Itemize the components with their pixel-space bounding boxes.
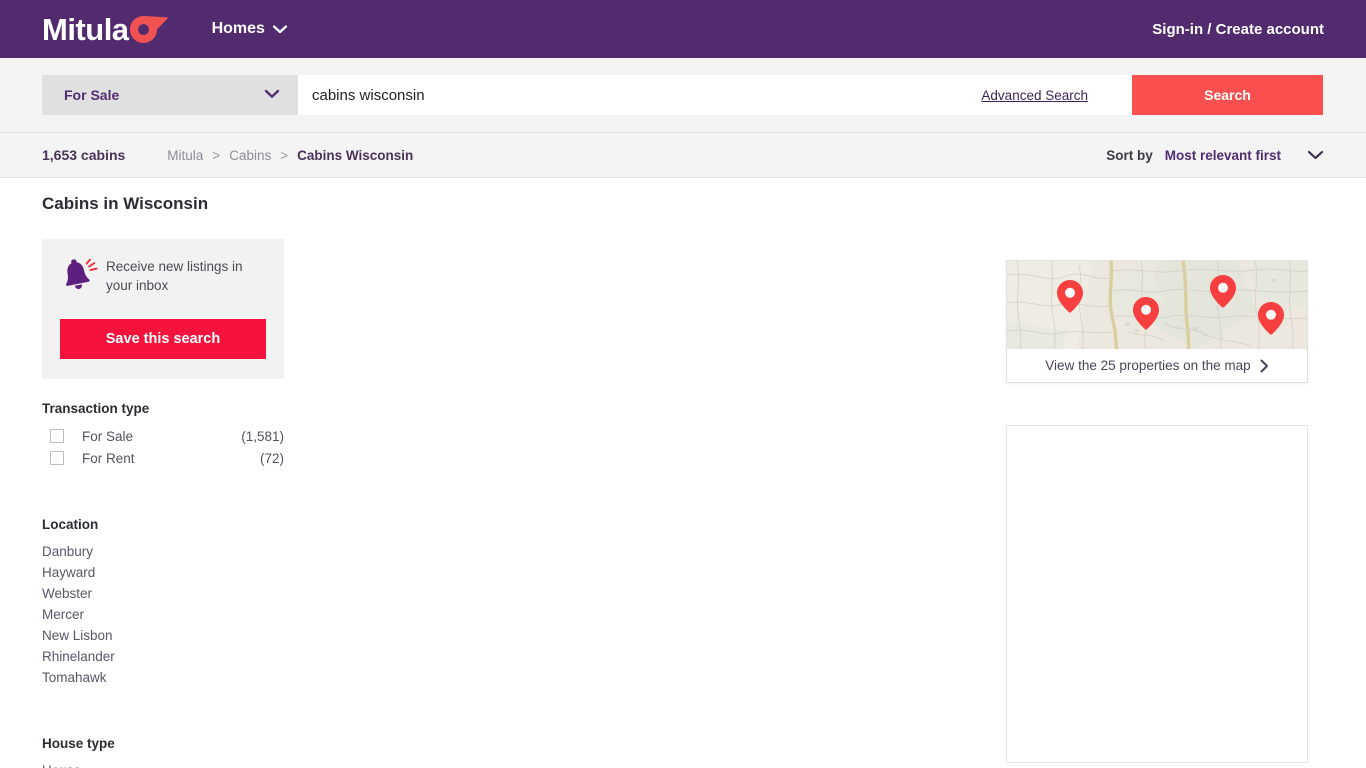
filter-title-location: Location: [42, 517, 99, 532]
view-properties-label: View the 25 properties on the map: [1045, 358, 1251, 373]
sort-label: Sort by: [1106, 147, 1153, 163]
sort-value[interactable]: Most relevant first: [1165, 148, 1281, 163]
chevron-down-icon: [264, 86, 280, 104]
list-item[interactable]: Hayward: [42, 562, 284, 583]
map-pin-icon: [1057, 280, 1083, 318]
mitula-teardrop-icon: [129, 15, 168, 43]
list-item[interactable]: Tomahawk: [42, 667, 284, 688]
page-body: Cabins in Wisconsin Receive new listings…: [0, 178, 1366, 768]
chevron-down-icon: [272, 24, 287, 34]
logo-text: Mitula: [42, 11, 129, 47]
transaction-type-select[interactable]: For Sale: [42, 75, 298, 115]
filter-option-for-sale[interactable]: For Sale (1,581): [42, 425, 284, 447]
transaction-type-value: For Sale: [64, 87, 120, 103]
save-this-search-button[interactable]: Save this search: [60, 319, 266, 359]
nav-homes-label: Homes: [211, 20, 265, 37]
search-input[interactable]: [312, 86, 982, 104]
checkbox-for-rent[interactable]: [50, 451, 64, 465]
filter-count: (1,581): [241, 428, 284, 444]
list-item[interactable]: New Lisbon: [42, 625, 284, 646]
list-item[interactable]: Webster: [42, 583, 284, 604]
breadcrumb-separator: >: [212, 147, 221, 163]
sort-control[interactable]: Sort by Most relevant first: [1106, 148, 1324, 163]
map-preview-card[interactable]: View the 25 properties on the map: [1006, 260, 1308, 383]
search-bar: For Sale Advanced Search Search: [0, 58, 1366, 133]
bell-icon: [60, 258, 98, 300]
advanced-search-link[interactable]: Advanced Search: [981, 88, 1088, 103]
house-type-list: House Land Apartment: [42, 760, 284, 768]
list-item[interactable]: House: [42, 760, 284, 768]
location-list: Danbury Hayward Webster Mercer New Lisbo…: [42, 541, 284, 688]
filter-label: For Rent: [82, 450, 135, 466]
checkbox-for-sale[interactable]: [50, 429, 64, 443]
list-item[interactable]: Danbury: [42, 541, 284, 562]
list-item[interactable]: Mercer: [42, 604, 284, 625]
signin-create-account-link[interactable]: Sign-in / Create account: [1152, 21, 1324, 38]
filters-sidebar: Receive new listings in your inbox Save …: [42, 239, 284, 768]
list-item[interactable]: Rhinelander: [42, 646, 284, 667]
results-toolbar: 1,653 cabins Mitula > Cabins > Cabins Wi…: [0, 133, 1366, 178]
chevron-right-icon: [1260, 359, 1269, 373]
search-field: Advanced Search: [298, 75, 1132, 115]
search-button[interactable]: Search: [1132, 75, 1323, 115]
chevron-down-icon[interactable]: [1307, 150, 1324, 160]
filter-label: For Sale: [82, 428, 134, 444]
save-search-text: Receive new listings in your inbox: [106, 259, 243, 293]
filter-title-transaction-type: Transaction type: [42, 401, 150, 416]
site-header: Mitula Homes Sign-in / Create account: [0, 0, 1366, 58]
breadcrumb: Mitula > Cabins > Cabins Wisconsin: [167, 148, 413, 163]
nav-homes[interactable]: Homes: [212, 20, 287, 38]
breadcrumb-item-cabins[interactable]: Cabins: [229, 148, 271, 163]
result-count: 1,653 cabins: [42, 147, 126, 163]
filter-option-for-rent[interactable]: For Rent (72): [42, 447, 284, 469]
breadcrumb-separator: >: [280, 147, 289, 163]
breadcrumb-item-current: Cabins Wisconsin: [297, 147, 414, 163]
filter-title-house-type: House type: [42, 736, 115, 751]
ad-placeholder-panel: [1006, 425, 1308, 763]
view-properties-on-map-link[interactable]: View the 25 properties on the map: [1007, 349, 1307, 382]
results-list: [300, 239, 990, 759]
map-thumbnail[interactable]: [1007, 261, 1307, 349]
save-search-box: Receive new listings in your inbox Save …: [42, 239, 284, 379]
logo[interactable]: Mitula: [42, 14, 168, 45]
right-column: View the 25 properties on the map: [1006, 260, 1308, 763]
filter-count: (72): [259, 450, 284, 466]
map-pin-icon: [1258, 302, 1284, 340]
map-pin-icon: [1133, 297, 1159, 335]
map-pin-icon: [1210, 275, 1236, 313]
breadcrumb-item-mitula[interactable]: Mitula: [167, 148, 203, 163]
page-title: Cabins in Wisconsin: [42, 194, 209, 213]
